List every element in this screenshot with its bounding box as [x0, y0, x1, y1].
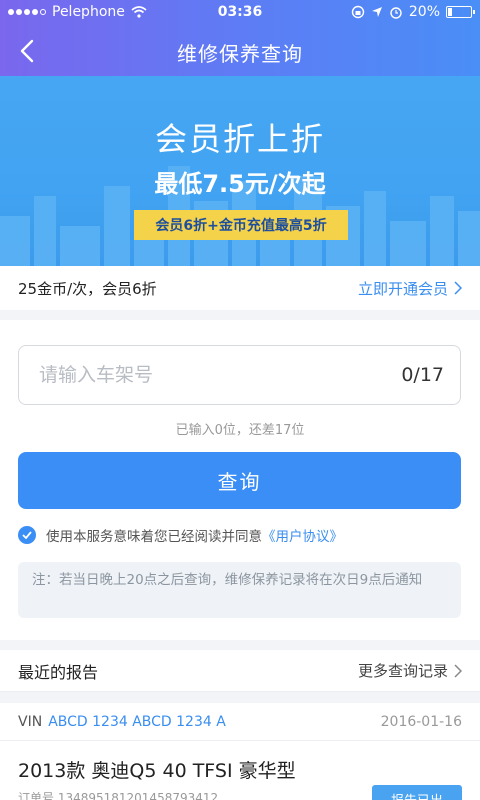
open-membership-link[interactable]: 立即开通会员 — [358, 278, 462, 299]
wifi-icon — [131, 6, 147, 18]
recent-reports-header: 最近的报告 更多查询记录 — [0, 650, 480, 692]
vin-hint: 已输入0位，还差17位 — [175, 423, 305, 438]
report-item[interactable]: 2013款 奥迪Q5 40 TFSI 豪华型 订单号 1348951812014… — [0, 741, 480, 800]
agreement-row: 使用本服务意味着您已经阅读并同意《用户协议》 — [18, 525, 343, 545]
chevron-right-icon — [454, 663, 462, 678]
report-vin: ABCD 1234 ABCD 1234 A — [48, 713, 226, 730]
report-status-badge[interactable]: 报告已出 — [372, 785, 462, 800]
vin-char-count: 0/17 — [401, 364, 444, 386]
report-vin-row[interactable]: VIN ABCD 1234 ABCD 1234 A 2016-01-16 — [0, 703, 480, 741]
agree-checkbox[interactable] — [18, 526, 36, 544]
recent-reports-title: 最近的报告 — [18, 662, 99, 682]
query-note: 注：若当日晚上20点之后查询，维修保养记录将在次日9点后通知 — [18, 562, 461, 618]
membership-row: 25金币/次，会员6折 立即开通会员 — [0, 266, 480, 310]
carrier-name: Pelephone — [52, 4, 125, 20]
vin-input[interactable] — [39, 364, 402, 386]
signal-icon — [8, 9, 46, 15]
banner-subtitle: 最低7.5元/次起 — [154, 170, 326, 198]
location-icon — [371, 7, 382, 17]
membership-price: 25金币/次，会员6折 — [18, 279, 157, 298]
promo-ribbon: 会员6折+金币充值最高5折 — [134, 210, 348, 240]
checkmark-icon — [22, 531, 32, 539]
agreement-text: 使用本服务意味着您已经阅读并同意 — [46, 529, 262, 545]
report-date: 2016-01-16 — [380, 713, 462, 730]
alarm-icon — [390, 7, 402, 19]
query-form: 0/17 已输入0位，还差17位 查询 使用本服务意味着您已经阅读并同意《用户协… — [0, 320, 480, 640]
vin-input-box[interactable]: 0/17 — [18, 345, 461, 405]
open-membership-label: 立即开通会员 — [357, 279, 448, 298]
rotation-lock-icon — [351, 5, 365, 19]
user-agreement-link[interactable]: 《用户协议》 — [262, 529, 343, 545]
report-order-number: 订单号 134895181201458793412 — [18, 791, 219, 800]
page-title: 维修保养查询 — [177, 42, 303, 66]
more-records-label: 更多查询记录 — [357, 662, 448, 680]
more-records-link[interactable]: 更多查询记录 — [358, 660, 462, 681]
battery-icon — [446, 6, 475, 18]
query-button[interactable]: 查询 — [18, 452, 461, 509]
banner-title: 会员折上折 — [154, 120, 325, 158]
vin-label: VIN — [18, 713, 43, 730]
chevron-right-icon — [454, 281, 462, 295]
status-bar: Pelephone 03:36 20% — [0, 0, 480, 24]
report-car-model: 2013款 奥迪Q5 40 TFSI 豪华型 — [18, 760, 296, 782]
promo-banner[interactable]: 会员折上折 最低7.5元/次起 会员6折+金币充值最高5折 — [0, 76, 480, 266]
battery-percent: 20% — [408, 4, 440, 20]
